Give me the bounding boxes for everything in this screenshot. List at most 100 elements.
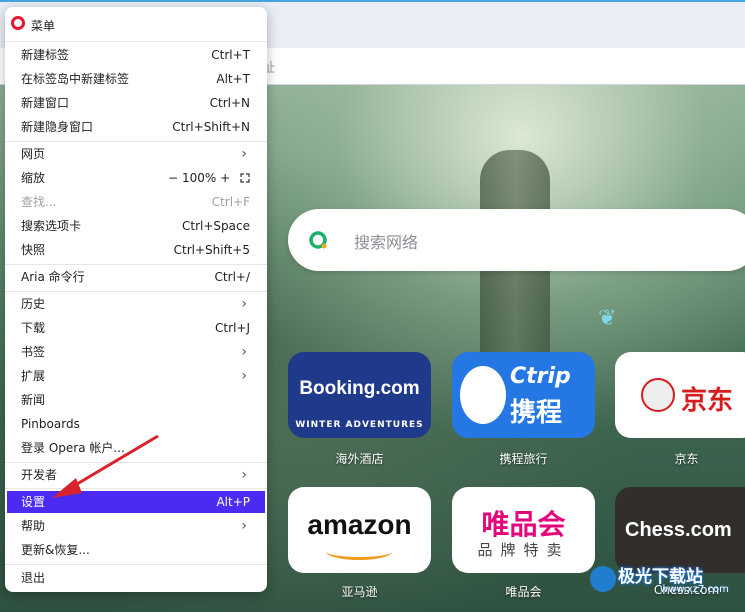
menu-divider: [5, 141, 267, 142]
menu-item-shortcut: Ctrl+Shift+5: [173, 243, 250, 257]
menu-item-label: 快照: [21, 243, 46, 257]
search-engine-icon: [309, 231, 327, 249]
watermark-logo-icon: [590, 566, 616, 592]
speed-dial-label: 海外酒店: [335, 452, 384, 466]
menu-item-update-recovery[interactable]: 更新&恢复...: [5, 539, 267, 561]
menu-item-search-tabs[interactable]: 搜索选项卡 Ctrl+Space: [5, 215, 267, 237]
menu-item-shortcut: Ctrl+Space: [182, 219, 250, 233]
menu-item-page[interactable]: 网页 ›: [5, 143, 267, 165]
menu-item-shortcut: Ctrl+Shift+N: [172, 120, 250, 134]
menu-header: 菜单: [5, 7, 267, 42]
menu-divider: [5, 488, 267, 489]
zoom-controls[interactable]: − 100% +: [168, 167, 250, 189]
speed-dial-chess[interactable]: Chess.com: [615, 487, 745, 573]
speed-dial-label: 唯品会: [505, 585, 542, 599]
menu-item-label: 扩展: [21, 369, 46, 383]
vip-sub-text: 品牌特卖: [477, 541, 570, 559]
menu-item-label: 新建窗口: [21, 96, 70, 110]
menu-item-downloads[interactable]: 下载 Ctrl+J: [5, 317, 267, 339]
menu-item-new-private-window[interactable]: 新建隐身窗口 Ctrl+Shift+N: [5, 116, 267, 138]
menu-item-label: 网页: [21, 147, 46, 161]
menu-item-label: 在标签岛中新建标签: [21, 72, 130, 86]
speed-dial-amazon[interactable]: amazon: [288, 487, 431, 573]
speed-dial-label: 京东: [674, 452, 699, 466]
booking-sub-text: WINTER ADVENTURES: [295, 420, 424, 430]
menu-item-label: 开发者: [21, 468, 58, 482]
menu-item-bookmarks[interactable]: 书签 ›: [5, 341, 267, 363]
menu-item-find[interactable]: 查找... Ctrl+F: [5, 191, 267, 213]
menu-item-history[interactable]: 历史 ›: [5, 293, 267, 315]
jd-dog-icon: [641, 378, 675, 412]
vip-logo-text: 唯品会: [481, 508, 566, 541]
menu-item-label: 帮助: [21, 519, 46, 533]
menu-divider: [5, 564, 267, 565]
menu-item-help[interactable]: 帮助 ›: [5, 515, 267, 537]
menu-divider: [5, 291, 267, 292]
search-input[interactable]: 搜索网络: [354, 229, 418, 253]
chevron-right-icon: ›: [241, 296, 247, 312]
menu-item-label: 下载: [21, 321, 46, 335]
booking-logo-text: Booking.com: [299, 378, 420, 399]
menu-divider: [5, 462, 267, 463]
ctrip-logo-text: Ctrip: [510, 364, 571, 389]
opera-main-menu: 菜单 新建标签 Ctrl+T 在标签岛中新建标签 Alt+T 新建窗口 Ctrl…: [5, 7, 267, 592]
menu-item-label: 更新&恢复...: [21, 543, 90, 557]
menu-item-label: 新闻: [21, 393, 46, 407]
speed-dial-label: 携程旅行: [499, 452, 548, 466]
zoom-value: − 100% +: [168, 171, 231, 185]
menu-item-exit[interactable]: 退出: [5, 567, 267, 589]
amazon-smile-icon: [326, 543, 392, 560]
chess-logo-text: Chess.com: [625, 519, 732, 541]
ctrip-dolphin-icon: [460, 366, 506, 424]
menu-item-developer[interactable]: 开发者 ›: [5, 464, 267, 486]
ctrip-cn-text: 携程: [510, 398, 563, 428]
chevron-right-icon: ›: [241, 368, 247, 384]
menu-item-shortcut: Ctrl+N: [209, 96, 250, 110]
menu-divider: [5, 264, 267, 265]
speed-dial-vip[interactable]: 唯品会 品牌特卖: [452, 487, 595, 573]
menu-item-pinboards[interactable]: Pinboards: [5, 413, 267, 435]
menu-item-settings[interactable]: 设置 Alt+P: [7, 491, 265, 513]
menu-item-shortcut: Ctrl+T: [211, 48, 250, 62]
chevron-right-icon: ›: [241, 467, 247, 483]
search-box[interactable]: 搜索网络: [288, 209, 745, 271]
menu-item-label: 新建标签: [21, 48, 70, 62]
menu-item-label: Pinboards: [21, 417, 80, 431]
menu-item-shortcut: Ctrl+J: [215, 321, 250, 335]
jd-logo-text: 京东: [681, 386, 734, 416]
speed-dial-jd[interactable]: 京东: [615, 352, 745, 438]
chevron-right-icon: ›: [241, 344, 247, 360]
amazon-logo-text: amazon: [307, 509, 412, 540]
menu-item-label: 登录 Opera 帐户...: [21, 441, 125, 455]
fullscreen-icon[interactable]: [240, 173, 250, 183]
menu-item-shortcut: Ctrl+/: [214, 270, 250, 284]
opera-logo-icon: [11, 16, 25, 30]
menu-item-news[interactable]: 新闻: [5, 389, 267, 411]
menu-item-shortcut: Alt+P: [216, 495, 250, 509]
watermark-sub: www.xz7.com: [660, 584, 729, 595]
menu-item-snapshot[interactable]: 快照 Ctrl+Shift+5: [5, 239, 267, 261]
menu-item-aria[interactable]: Aria 命令行 Ctrl+/: [5, 266, 267, 288]
menu-item-label: Aria 命令行: [21, 270, 85, 284]
speed-dial-booking[interactable]: Booking.com WINTER ADVENTURES: [288, 352, 431, 438]
menu-item-new-tab-in-island[interactable]: 在标签岛中新建标签 Alt+T: [5, 68, 267, 90]
menu-item-label: 历史: [21, 297, 46, 311]
speed-dial-label: 亚马逊: [341, 585, 378, 599]
chevron-right-icon: ›: [241, 518, 247, 534]
menu-item-zoom[interactable]: 缩放 − 100% +: [5, 167, 267, 189]
menu-item-label: 退出: [21, 571, 46, 585]
menu-item-label: 搜索选项卡: [21, 219, 82, 233]
menu-item-label: 新建隐身窗口: [21, 120, 94, 134]
chevron-right-icon: ›: [241, 146, 247, 162]
menu-item-extensions[interactable]: 扩展 ›: [5, 365, 267, 387]
butterfly-decoration-icon: ❦: [598, 306, 617, 331]
menu-item-shortcut: Alt+T: [216, 72, 250, 86]
menu-item-new-tab[interactable]: 新建标签 Ctrl+T: [5, 44, 267, 66]
menu-item-label: 缩放: [21, 171, 46, 185]
menu-item-label: 查找...: [21, 195, 57, 209]
speed-dial-ctrip[interactable]: Ctrip 携程: [452, 352, 595, 438]
menu-title: 菜单: [31, 19, 56, 33]
menu-item-new-window[interactable]: 新建窗口 Ctrl+N: [5, 92, 267, 114]
menu-item-label: 书签: [21, 345, 46, 359]
menu-item-sign-in[interactable]: 登录 Opera 帐户...: [5, 437, 267, 459]
